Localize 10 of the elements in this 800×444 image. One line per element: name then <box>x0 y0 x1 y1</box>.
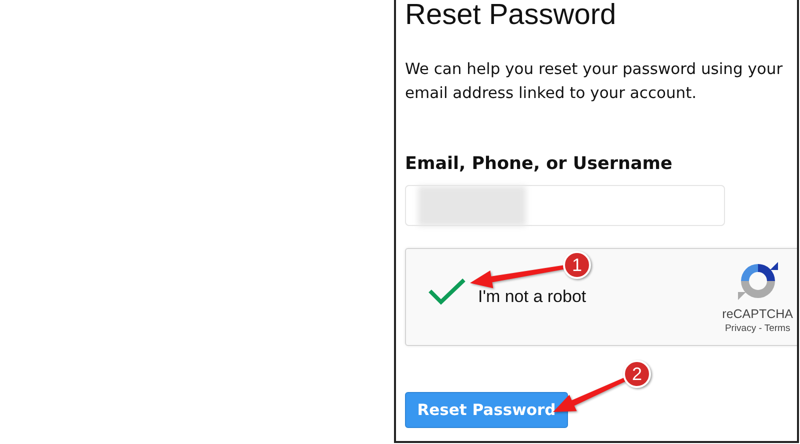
recaptcha-label: reCAPTCHA <box>722 307 793 321</box>
input-field[interactable] <box>405 185 725 226</box>
field-label: Email, Phone, or Username <box>405 153 672 176</box>
description-text: We can help you reset your password using your email address linked to your account. <box>405 59 784 104</box>
recaptcha-logo-icon <box>736 260 779 302</box>
step-number-badge: 2 <box>623 360 651 388</box>
page-title: Reset Password <box>405 0 616 31</box>
checkbox-label: I'm not a robot <box>478 287 586 307</box>
privacy-terms-link[interactable]: Privacy - Terms <box>724 323 790 334</box>
checkmark-icon[interactable] <box>428 277 466 305</box>
